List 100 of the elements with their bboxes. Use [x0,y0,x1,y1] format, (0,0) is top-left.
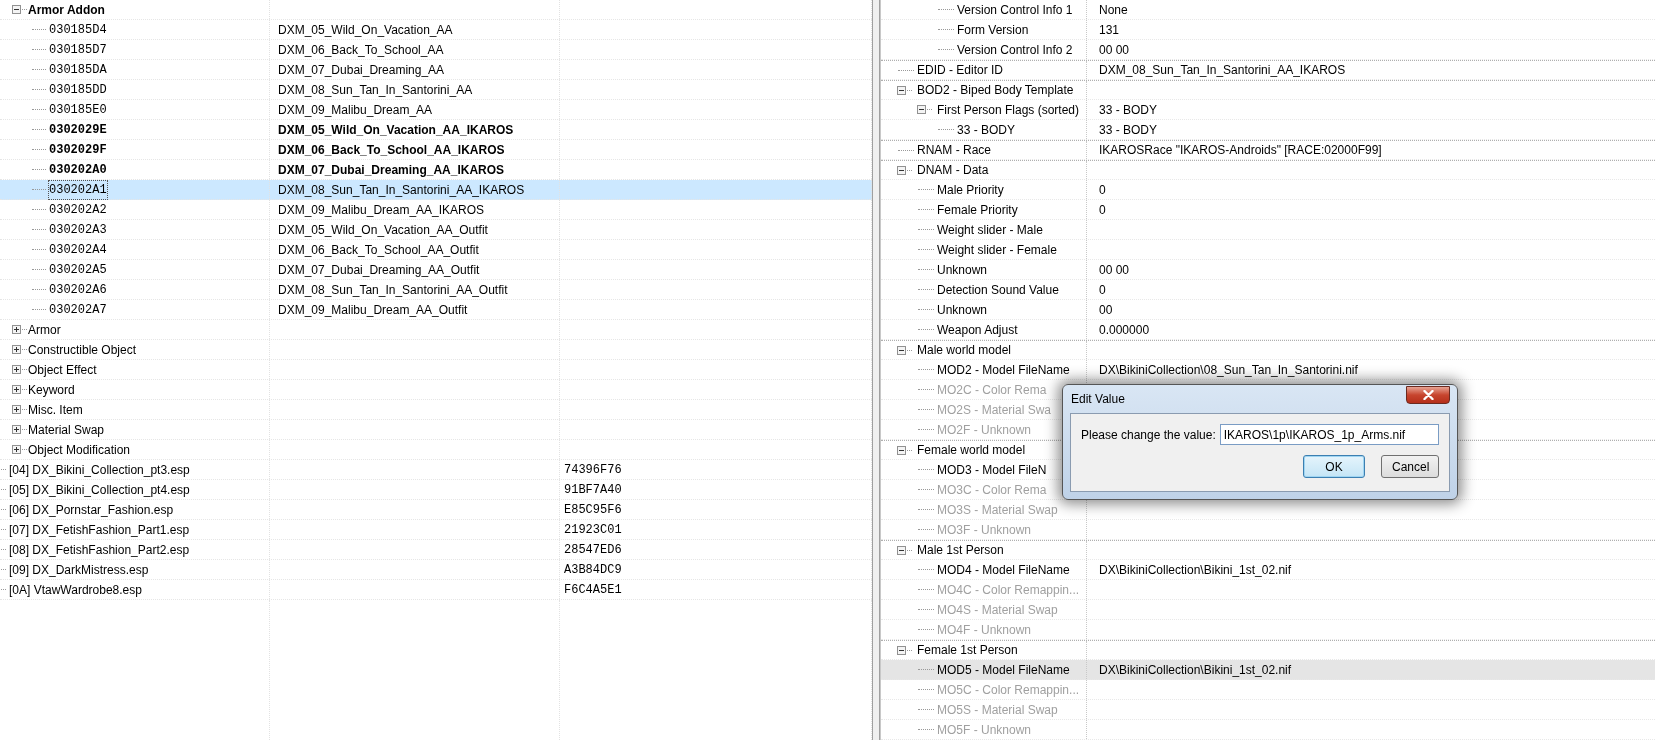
tree-row[interactable]: 030202A6 DXM_08_Sun_Tan_In_Santorini_AA_Outfit [0,280,872,300]
tree-row[interactable]: 030202A1 DXM_08_Sun_Tan_In_Santorini_AA_IKAROS [0,180,872,200]
property-value: 0 [1099,201,1106,219]
tree-row[interactable]: Misc. Item [0,400,872,420]
property-label: MOD4 - Model FileName [937,561,1070,579]
editor-id-text: DXM_08_Sun_Tan_In_Santorini_AA [278,81,473,99]
minus-box-icon[interactable] [897,645,906,655]
plus-box-icon[interactable] [12,325,21,334]
tree-row[interactable]: 0302029E DXM_05_Wild_On_Vacation_AA_IKAROS [0,120,872,140]
plus-box-icon[interactable] [12,345,21,354]
tree-row[interactable]: [06] DX_Pornstar_Fashion.esp E85C95F6 [0,500,872,520]
tree-row[interactable]: 030185DA DXM_07_Dubai_Dreaming_AA [0,60,872,80]
property-row[interactable]: Male world model [881,340,1655,360]
tree-row[interactable]: Object Modification [0,440,872,460]
property-value: 00 00 [1099,41,1130,59]
tree-row[interactable]: Constructible Object [0,340,872,360]
tree-row[interactable]: 0302029F DXM_06_Back_To_School_AA_IKAROS [0,140,872,160]
tree-row[interactable]: Armor [0,320,872,340]
tree-row[interactable]: 030185D4 DXM_05_Wild_On_Vacation_AA [0,20,872,40]
tree-row[interactable]: [07] DX_FetishFashion_Part1.esp 21923C01 [0,520,872,540]
property-row[interactable]: EDID - Editor ID DXM_08_Sun_Tan_In_Santorini_AA_IKAROS [881,60,1655,80]
minus-box-icon[interactable] [897,545,906,555]
property-row[interactable]: Detection Sound Value 0 [881,280,1655,300]
plus-box-icon[interactable] [12,425,21,434]
tree-row[interactable]: Armor Addon [0,0,872,20]
close-button[interactable] [1406,386,1450,404]
tree-row[interactable]: 030202A2 DXM_09_Malibu_Dream_AA_IKAROS [0,200,872,220]
form-id-text: 030202A1 [49,180,107,199]
property-row[interactable]: Female Priority 0 [881,200,1655,220]
tree-row[interactable]: [0A] VtawWardrobe8.esp F6C4A5E1 [0,580,872,600]
minus-box-icon[interactable] [12,5,21,14]
ok-button[interactable]: OK [1303,455,1365,478]
property-label: Weight slider - Female [937,241,1057,259]
plus-box-icon[interactable] [12,445,21,454]
plus-box-icon[interactable] [12,385,21,394]
property-row[interactable]: Weight slider - Female [881,240,1655,260]
property-label: DNAM - Data [917,162,989,179]
tree-row[interactable]: 030202A5 DXM_07_Dubai_Dreaming_AA_Outfit [0,260,872,280]
form-id-text: 030185DA [49,61,107,79]
property-row[interactable]: Version Control Info 1 None [881,0,1655,20]
tree-row[interactable]: 030202A4 DXM_06_Back_To_School_AA_Outfit [0,240,872,260]
property-label: Weapon Adjust [937,321,1018,339]
property-label: EDID - Editor ID [917,62,1003,79]
property-row[interactable]: DNAM - Data [881,160,1655,180]
property-label: BOD2 - Biped Body Template [917,82,1074,99]
form-id-text: 030185DD [49,81,107,99]
tree-row[interactable]: [09] DX_DarkMistress.esp A3B84DC9 [0,560,872,580]
cancel-button[interactable]: Cancel [1381,455,1439,478]
property-row[interactable]: Version Control Info 2 00 00 [881,40,1655,60]
plus-box-icon[interactable] [12,365,21,374]
property-label: MO5F - Unknown [937,721,1032,739]
crc-text: 91BF7A40 [564,481,622,499]
file-name-text: [0A] VtawWardrobe8.esp [9,581,142,599]
tree-row[interactable]: 030185DD DXM_08_Sun_Tan_In_Santorini_AA [0,80,872,100]
property-row[interactable]: Weapon Adjust 0.000000 [881,320,1655,340]
tree-row[interactable]: Keyword [0,380,872,400]
property-label: MO2S - Material Swa [937,401,1052,419]
tree-row[interactable]: 030202A3 DXM_05_Wild_On_Vacation_AA_Outfit [0,220,872,240]
property-row[interactable]: Male Priority 0 [881,180,1655,200]
minus-box-icon[interactable] [917,105,926,114]
dialog-title: Edit Value [1070,391,1125,408]
property-row[interactable]: First Person Flags (sorted) 33 - BODY [881,100,1655,120]
tree-row[interactable]: Object Effect [0,360,872,380]
property-value: IKAROSRace "IKAROS-Androids" [RACE:02000F99] [1099,142,1382,159]
property-label: Male 1st Person [917,542,1004,559]
tree-row[interactable]: 030185D7 DXM_06_Back_To_School_AA [0,40,872,60]
tree-row[interactable]: 030202A7 DXM_09_Malibu_Dream_AA_Outfit [0,300,872,320]
minus-box-icon[interactable] [897,345,906,355]
property-value: DXM_08_Sun_Tan_In_Santorini_AA_IKAROS [1099,62,1346,79]
input-field[interactable]: IKAROS\1p\IKAROS_1p_Arms.nif [1219,424,1439,445]
tree-row[interactable]: [05] DX_Bikini_Collection_pt4.esp 91BF7A40 [0,480,872,500]
tree-row[interactable]: Material Swap [0,420,872,440]
group-label: Misc. Item [28,401,83,419]
property-row[interactable]: 33 - BODY 33 - BODY [881,120,1655,140]
property-row[interactable]: Male 1st Person [881,540,1655,560]
property-row[interactable]: Form Version 131 [881,20,1655,40]
property-label: Detection Sound Value [937,281,1059,299]
minus-box-icon[interactable] [897,165,906,175]
property-row[interactable]: BOD2 - Biped Body Template [881,80,1655,100]
tree-row[interactable]: 030185E0 DXM_09_Malibu_Dream_AA [0,100,872,120]
form-id-text: 030202A3 [49,221,107,239]
crc-text: 28547ED6 [564,541,622,559]
property-row[interactable]: MOD4 - Model FileName DX\BikiniCollection\Bikini_1st_02.nif [881,560,1655,580]
property-row[interactable]: Unknown 00 [881,300,1655,320]
property-row[interactable]: Weight slider - Male [881,220,1655,240]
property-row[interactable]: MOD5 - Model FileName DX\BikiniCollection\Bikini_1st_02.nif [881,660,1655,680]
minus-box-icon[interactable] [897,85,906,95]
plus-box-icon[interactable] [12,405,21,414]
property-row[interactable]: Unknown 00 00 [881,260,1655,280]
property-label: MO4S - Material Swap [937,601,1058,619]
tree-row[interactable]: [04] DX_Bikini_Collection_pt3.esp 74396F76 [0,460,872,480]
tree-row[interactable]: [08] DX_FetishFashion_Part2.esp 28547ED6 [0,540,872,560]
property-row[interactable]: MOD2 - Model FileName DX\BikiniCollection\08_Sun_Tan_In_Santorini.nif [881,360,1655,380]
editor-id-text: DXM_07_Dubai_Dreaming_AA_IKAROS [278,161,505,179]
property-label: MO4F - Unknown [937,621,1032,639]
property-label: Male world model [917,342,1012,359]
minus-box-icon[interactable] [897,445,906,455]
editor-id-text: DXM_08_Sun_Tan_In_Santorini_AA_Outfit [278,281,508,299]
property-row[interactable]: RNAM - Race IKAROSRace "IKAROS-Androids" [RACE:02000F99] [881,140,1655,160]
property-label: Form Version [957,21,1029,39]
